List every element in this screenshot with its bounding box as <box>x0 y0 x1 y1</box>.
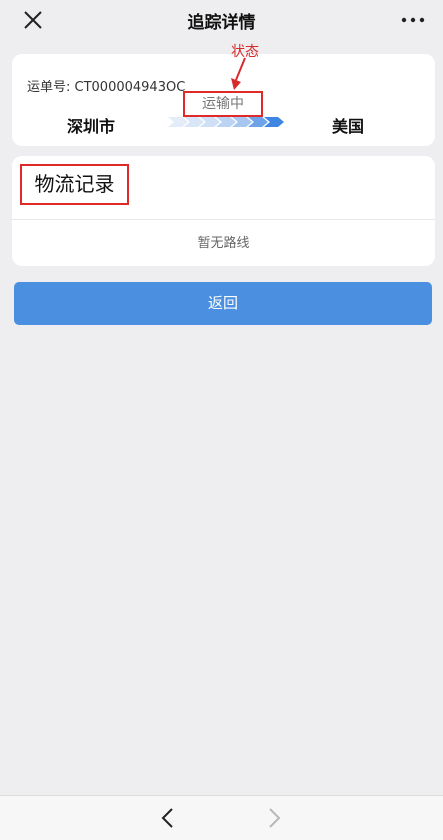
shipment-status: 运输中 <box>183 91 263 117</box>
annotation-arrow-icon <box>231 57 246 90</box>
destination-country: 美国 <box>332 117 365 136</box>
origin-city: 深圳市 <box>67 117 116 136</box>
browser-bottom-bar <box>0 795 443 840</box>
back-button[interactable]: 返回 <box>14 282 432 325</box>
top-nav-bar: 追踪详情 <box>0 0 443 40</box>
empty-route-text: 暂无路线 <box>197 236 250 251</box>
chevron-left-icon[interactable] <box>160 807 174 829</box>
page-title: 追踪详情 <box>187 13 256 33</box>
records-title: 物流记录 <box>20 164 129 205</box>
logistics-records-card: 物流记录 暂无路线 <box>12 156 435 266</box>
waybill-number: 运单号: CT000004943OC <box>27 80 186 95</box>
progress-arrows-icon <box>168 117 284 127</box>
chevron-right-icon[interactable] <box>268 807 282 829</box>
more-icon[interactable] <box>401 16 425 24</box>
shipment-card: 运单号: CT000004943OC 深圳市 运输中 美国 <box>12 54 435 146</box>
divider <box>12 219 435 220</box>
